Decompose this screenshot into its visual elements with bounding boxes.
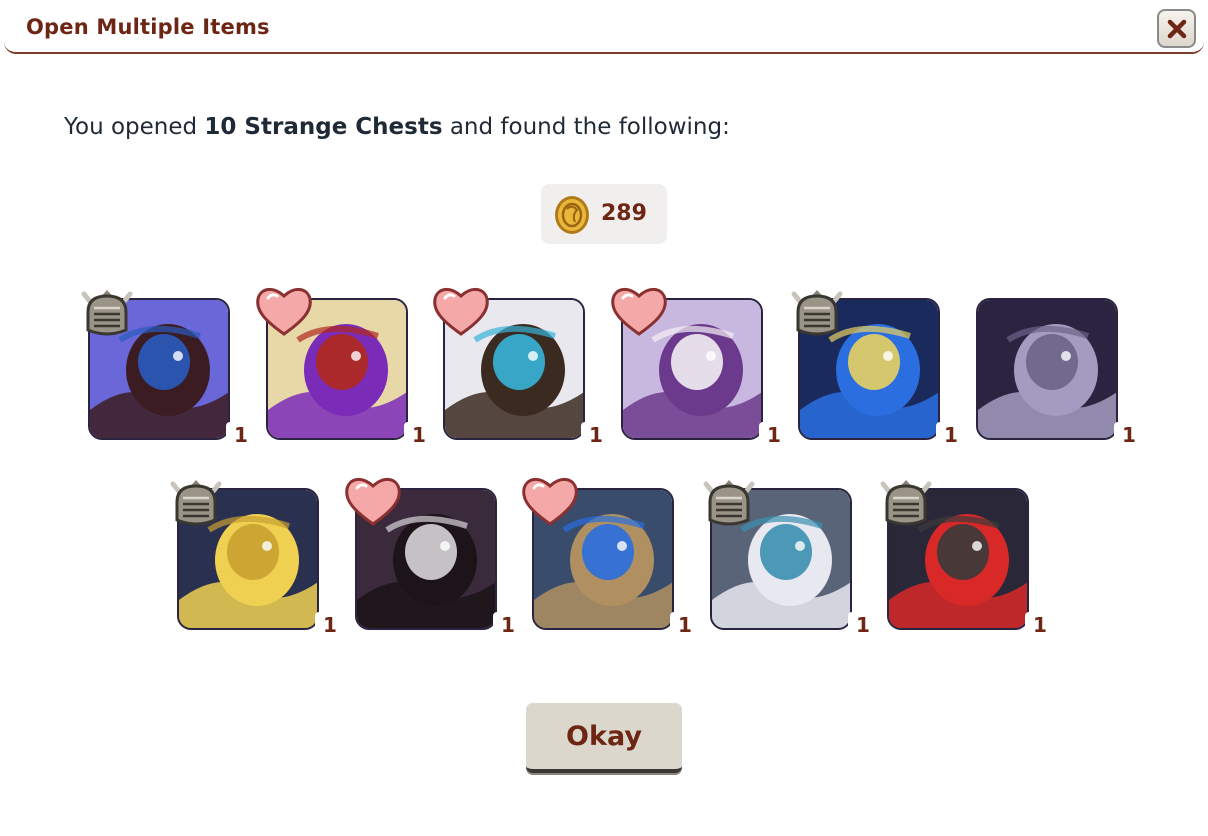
reward-item-lavender-egg-familiar[interactable]: 1 [964, 284, 1144, 447]
heart-icon [256, 287, 312, 336]
item-image [976, 298, 1118, 440]
close-button[interactable] [1157, 9, 1196, 48]
dialog-titlebar: Open Multiple Items [4, 0, 1204, 54]
reward-item-dark-piano-familiar[interactable]: 1 [343, 474, 523, 637]
item-quantity: 1 [581, 422, 611, 447]
opened-item-name: 10 Strange Chests [204, 114, 443, 140]
item-quantity: 1 [759, 422, 789, 447]
treasure-amount: 289 [601, 201, 647, 226]
item-quantity: 1 [315, 612, 345, 637]
message-suffix: and found the following: [442, 114, 730, 140]
okay-button[interactable]: Okay [526, 703, 682, 773]
dialog-title: Open Multiple Items [26, 15, 270, 39]
reward-item-white-serpent-familiar[interactable]: 1 [698, 474, 878, 637]
helmet-icon [703, 480, 755, 526]
item-quantity: 1 [1114, 422, 1144, 447]
close-x-icon [1167, 19, 1186, 38]
reward-item-bone-drum-familiar[interactable]: 1 [431, 284, 611, 447]
message-prefix: You opened [64, 114, 205, 140]
helmet-icon [791, 290, 843, 336]
reward-item-golden-aura-apparel[interactable]: 1 [165, 474, 345, 637]
gold-coin-icon [555, 196, 589, 234]
treasure-reward: 289 [541, 184, 667, 244]
item-quantity: 1 [493, 612, 523, 637]
helmet-icon [81, 290, 133, 336]
open-multiple-items-dialog: Open Multiple Items You opened 10 Strang… [0, 0, 1208, 836]
reward-item-crimson-aura-apparel[interactable]: 1 [875, 474, 1055, 637]
heart-icon [522, 477, 578, 526]
reward-item-bronze-mask-familiar[interactable]: 1 [520, 474, 700, 637]
heart-icon [611, 287, 667, 336]
helmet-icon [880, 480, 932, 526]
result-message: You opened 10 Strange Chests and found t… [64, 114, 730, 140]
heart-icon [433, 287, 489, 336]
reward-item-starry-blue-aura-apparel[interactable]: 1 [786, 284, 966, 447]
helmet-icon [170, 480, 222, 526]
item-quantity: 1 [226, 422, 256, 447]
reward-item-grinning-urn-familiar[interactable]: 1 [609, 284, 789, 447]
item-quantity: 1 [936, 422, 966, 447]
item-quantity: 1 [1025, 612, 1055, 637]
item-quantity: 1 [404, 422, 434, 447]
reward-item-dark-satchel-apparel[interactable]: 1 [76, 284, 256, 447]
reward-item-purple-dragon-familiar[interactable]: 1 [254, 284, 434, 447]
item-quantity: 1 [670, 612, 700, 637]
item-quantity: 1 [848, 612, 878, 637]
heart-icon [345, 477, 401, 526]
